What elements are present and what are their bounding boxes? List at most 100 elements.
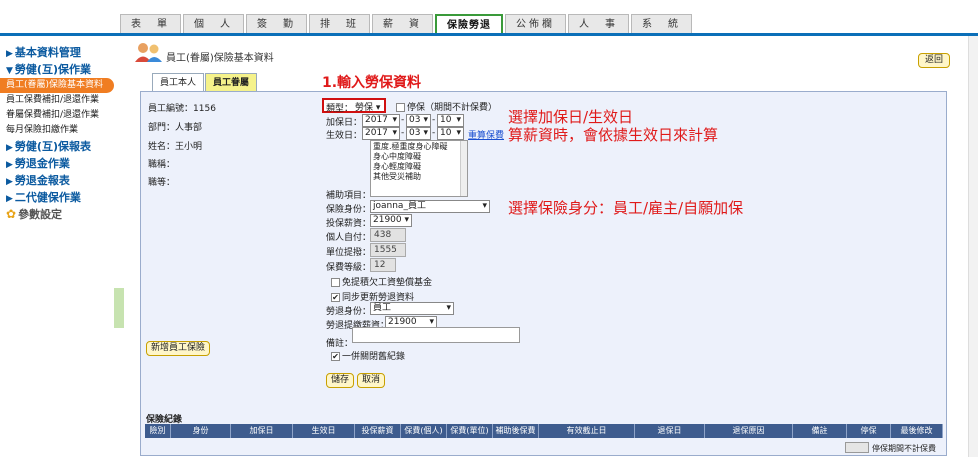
tab-forms[interactable]: 表 單 (120, 14, 181, 34)
sidebar-section-label: 二代健保作業 (14, 191, 81, 204)
column-header: 保費(個人) (401, 424, 447, 438)
column-header: 退保原因 (705, 424, 793, 438)
save-button[interactable]: 儲存 (326, 373, 355, 388)
employee-name: 姓名：王小明 (148, 139, 202, 152)
type-select[interactable]: 勞保 ▾ (355, 100, 380, 113)
sidebar-item-family-premium-adjust[interactable]: 眷屬保費補扣/退還作業 (0, 108, 118, 123)
effective-date-year-select[interactable]: 2017 (362, 127, 400, 140)
tab-schedule[interactable]: 排 班 (309, 14, 370, 34)
sidebar-section-label: 勞退金作業 (14, 157, 70, 170)
tab-employee-self[interactable]: 員工本人 (152, 73, 205, 92)
records-table-header: 險別 身份 加保日 生效日 投保薪資 保費(個人) 保費(單位) 補助後保費 有… (145, 424, 943, 438)
effective-date-label: 生效日： (326, 131, 363, 141)
salary-select[interactable]: 21900 (370, 214, 412, 227)
column-header: 最後修改 (891, 424, 943, 438)
sidebar-item-employee-premium-adjust[interactable]: 員工保費補扣/退還作業 (0, 93, 118, 108)
tab-insurance-pension[interactable]: 保險勞退 (435, 14, 503, 34)
tab-employee-family[interactable]: 員工眷屬 (205, 73, 258, 92)
back-button[interactable]: 返回 (918, 53, 951, 68)
employee-dept-label: 部門： (148, 123, 176, 133)
tab-personal[interactable]: 個 人 (183, 14, 244, 34)
sidebar-section-pension[interactable]: ▶ 勞退金作業 (0, 155, 118, 172)
subsidy-listbox[interactable]: 重度.極重度身心障礙 身心中度障礙 身心輕度障礙 其他受災補助 (370, 140, 468, 197)
caret-right-icon: ▶ (6, 177, 13, 187)
sidebar-section-pension-report[interactable]: ▶ 勞退金報表 (0, 172, 118, 189)
tab-attendance[interactable]: 簽 勤 (246, 14, 307, 34)
add-date-year-select[interactable]: 2017 (362, 114, 400, 127)
annotation-date-note-2: 算薪資時，會依據生效日來計算 (508, 126, 719, 144)
employee-id-label: 員工編號： (148, 104, 194, 114)
employee-title-label: 職稱： (148, 160, 176, 170)
caret-right-icon: ▶ (6, 194, 13, 204)
caret-down-icon: ▼ (6, 66, 13, 76)
remark-textarea[interactable] (352, 327, 520, 343)
identity-select[interactable]: joanna_員工 (370, 200, 490, 213)
sidebar-section-label: 參數設定 (18, 208, 63, 221)
tab-hr[interactable]: 人 事 (568, 14, 629, 34)
subsidy-option[interactable]: 其他受災補助 (373, 172, 465, 182)
checkbox-checked-icon: ✔ (331, 352, 340, 361)
exempt-checkbox[interactable]: 免提積欠工資墊償基金 (331, 275, 432, 288)
sidebar: ▶ 基本資料管理 ▼ 勞健(互)保作業 員工(眷屬)保險基本資料 員工保費補扣/退還… (0, 44, 118, 457)
premium-grade-field: 12 (370, 258, 396, 272)
sidebar-section-label: 勞健(互)保作業 (14, 63, 91, 76)
identity-label: 保險身份： (326, 205, 372, 215)
column-header: 身份 (171, 424, 231, 438)
close-old-label: 一併關閉舊紀錄 (342, 352, 406, 362)
premium-grade-label: 保費等級： (326, 263, 372, 273)
effective-date-day-select[interactable]: 10 (437, 127, 464, 140)
pension-identity-select[interactable]: 員工 (370, 302, 454, 315)
sidebar-item-monthly-deduction[interactable]: 每月保險扣繳作業 (0, 123, 118, 138)
page-scrollbar[interactable] (968, 36, 978, 457)
date-separator: - (401, 115, 405, 125)
sidebar-item-insurance-basic[interactable]: 員工(眷屬)保險基本資料 (0, 78, 114, 93)
sidebar-section-nhi2[interactable]: ▶ 二代健保作業 (0, 189, 118, 206)
column-header: 有效截止日 (539, 424, 635, 438)
sidebar-section-label: 勞健(互)保報表 (14, 140, 91, 153)
people-icon (135, 43, 162, 62)
effective-date-month-select[interactable]: 03 (406, 127, 431, 140)
company-pay-label: 單位提撥： (326, 248, 372, 258)
salary-label: 投保薪資： (326, 219, 372, 229)
page-title: 員工(眷屬)保險基本資料 (166, 53, 274, 64)
caret-right-icon: ▶ (6, 49, 13, 59)
listbox-scrollbar[interactable] (460, 141, 467, 196)
remark-label: 備註： (326, 339, 354, 349)
checkbox-checked-icon: ✔ (331, 293, 340, 302)
employee-name-value: 王小明 (175, 142, 203, 152)
column-header: 保費(單位) (447, 424, 493, 438)
column-header: 投保薪資 (355, 424, 401, 438)
form-panel (140, 91, 947, 456)
suspend-label: 停保（期間不計保費） (407, 103, 498, 113)
pension-identity-label: 勞退身份： (326, 307, 372, 317)
tab-system[interactable]: 系 統 (631, 14, 692, 34)
cancel-button[interactable]: 取消 (357, 373, 386, 388)
employee-dept: 部門：人事部 (148, 120, 202, 133)
tab-bulletin[interactable]: 公佈欄 (505, 14, 566, 34)
add-insurance-button[interactable]: 新增員工保險 (146, 341, 211, 356)
chevron-down-icon: ▾ (373, 103, 381, 113)
suspend-legend-swatch (845, 442, 869, 453)
column-header: 險別 (145, 424, 171, 438)
caret-right-icon: ▶ (6, 143, 13, 153)
column-header: 退保日 (635, 424, 705, 438)
subsidy-option[interactable]: 身心中度障礙 (373, 152, 465, 162)
column-header: 加保日 (231, 424, 293, 438)
sidebar-section-label: 勞退金報表 (14, 174, 70, 187)
type-select-value: 勞保 (355, 103, 374, 113)
sidebar-section-labor-report[interactable]: ▶ 勞健(互)保報表 (0, 138, 118, 155)
suspend-checkbox[interactable]: 停保（期間不計保費） (396, 100, 497, 113)
caret-right-icon: ▶ (6, 160, 13, 170)
recalc-premium-link[interactable]: 重算保費 (468, 128, 504, 141)
sidebar-section-labor-insurance[interactable]: ▼ 勞健(互)保作業 (0, 61, 118, 78)
sidebar-section-params[interactable]: ✿ 參數設定 (0, 206, 118, 223)
add-date-day-select[interactable]: 10 (437, 114, 464, 127)
add-date-month-select[interactable]: 03 (406, 114, 431, 127)
tab-payroll[interactable]: 薪 資 (372, 14, 433, 34)
suspend-legend-text: 停保期間不計保費 (872, 444, 936, 453)
sidebar-collapse-handle[interactable] (114, 288, 124, 328)
subsidy-option[interactable]: 重度.極重度身心障礙 (373, 142, 465, 152)
sidebar-section-basic[interactable]: ▶ 基本資料管理 (0, 44, 118, 61)
subsidy-option[interactable]: 身心輕度障礙 (373, 162, 465, 172)
close-old-checkbox[interactable]: ✔ 一併關閉舊紀錄 (331, 349, 405, 362)
